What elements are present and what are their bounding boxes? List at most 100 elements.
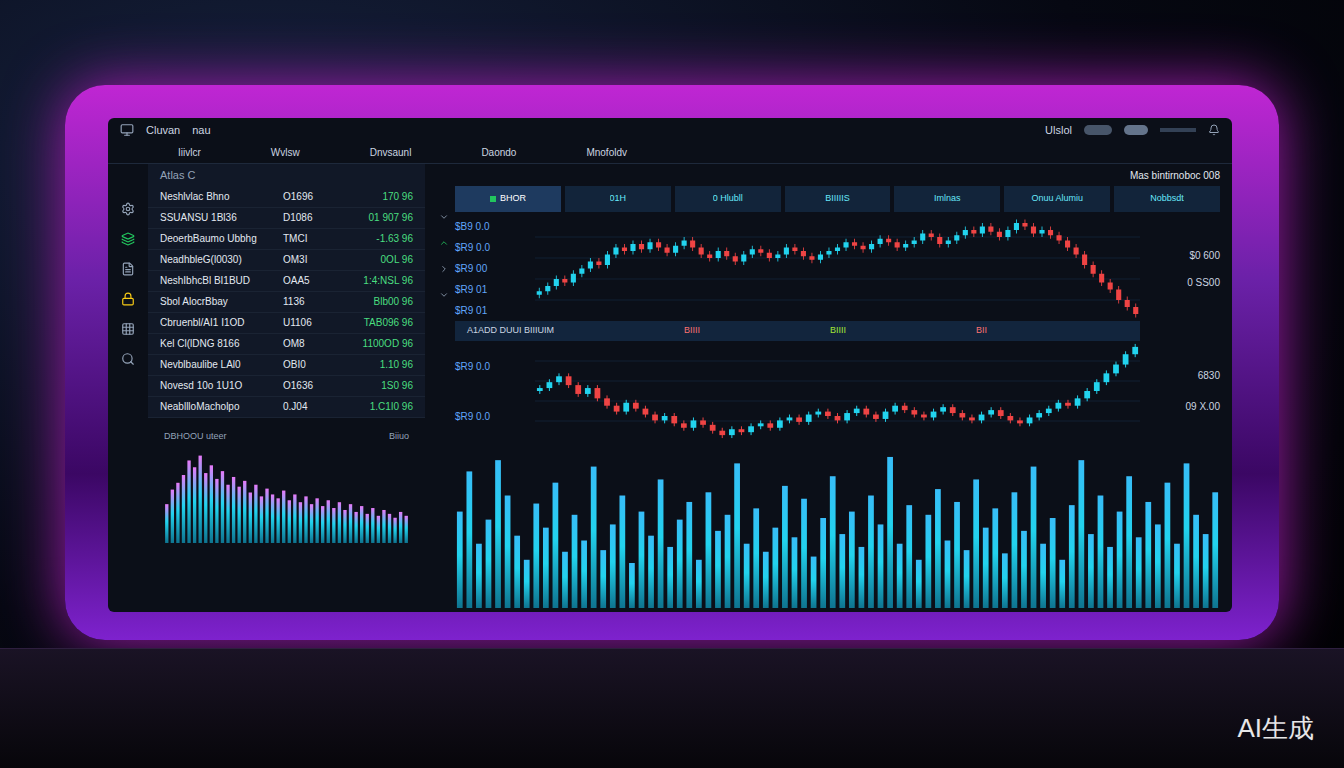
- layers-icon[interactable]: [121, 232, 135, 246]
- chart-tab[interactable]: BIIIIIS: [785, 186, 891, 212]
- toggle[interactable]: [1084, 125, 1112, 135]
- tab-label: Imlnas: [934, 192, 961, 206]
- watermark: AI生成: [1237, 709, 1314, 748]
- screen: Cluvan nau Ulslol Iiivlcr Wvlsw Dnvsaunl Daond…: [108, 118, 1232, 612]
- watchlist-row[interactable]: Cbruenbl/AI1 I1ODU1106TAB096 96: [148, 313, 425, 334]
- tab-strip: BHOR 01H 0 Hlubll BIIIIIS Imlnas Onuu Alumiu N…: [455, 186, 1220, 212]
- app-title: Cluvan: [146, 122, 180, 139]
- upper-candles: [535, 216, 1140, 321]
- watchlist-row[interactable]: NeadhbleG(l0030)OM3I0OL 96: [148, 250, 425, 271]
- chevron-down-icon[interactable]: [439, 290, 449, 300]
- row-name: NeadhbleG(l0030): [160, 252, 283, 267]
- search-icon[interactable]: [121, 352, 135, 366]
- row-code: OM3I: [283, 252, 333, 267]
- sidebar: [108, 164, 148, 612]
- axis-label: $R9 0.0: [455, 240, 535, 255]
- chart-header: Mas bintirnoboc 008: [455, 164, 1220, 186]
- row-change: 0OL 96: [333, 252, 413, 267]
- watchlist-row[interactable]: Novesd 10o 1U1OO16361S0 96: [148, 376, 425, 397]
- body: Atlas CNeshlvlac BhnoO1696170 96SSUANSU …: [108, 164, 1232, 612]
- chevron-up-icon[interactable]: [439, 238, 449, 248]
- logo-icon: [120, 123, 134, 137]
- lock-icon[interactable]: [121, 292, 135, 306]
- row-code: D1086: [283, 210, 333, 225]
- row-code: 0.J04: [283, 399, 333, 414]
- watchlist-row[interactable]: Sbol AlocrBbay1136Blb00 96: [148, 292, 425, 313]
- tool-column: [433, 164, 455, 612]
- chart-tab[interactable]: 0 Hlubll: [675, 186, 781, 212]
- info-band: A1ADD DUUI BIIIUIMBIIIIBIIIIBII: [455, 321, 1140, 341]
- lower-candles: [535, 341, 1140, 441]
- row-change: -1.63 96: [333, 231, 413, 246]
- nav-item[interactable]: Dnvsaunl: [370, 145, 412, 160]
- tab-label: BIIIIIS: [825, 192, 850, 206]
- watchlist-row[interactable]: DeoerbBaumo UbbhgTMCI-1.63 96: [148, 229, 425, 250]
- toggle[interactable]: [1124, 125, 1148, 135]
- axis-label: 6830: [1198, 368, 1220, 383]
- row-name: SSUANSU 1Bl36: [160, 210, 283, 225]
- axis-label: $R9 01: [455, 303, 535, 318]
- chart-tab[interactable]: Onuu Alumiu: [1004, 186, 1110, 212]
- row-code: OAA5: [283, 273, 333, 288]
- watchlist-row[interactable]: NeabllloMacholpo0.J041.C1I0 96: [148, 397, 425, 418]
- document-icon[interactable]: [121, 262, 135, 276]
- lower-chart: $R9 0.0$R9 0.0 6830 09 X.00: [455, 341, 1220, 441]
- app: Cluvan nau Ulslol Iiivlcr Wvlsw Dnvsaunl Daond…: [0, 0, 1344, 768]
- axis-label: $B9 0.0: [455, 219, 535, 234]
- watchlist-row[interactable]: Kel Cl(lDNG 8166OM81100OD 96: [148, 334, 425, 355]
- top-bar: Cluvan nau Ulslol: [108, 118, 1232, 142]
- row-change: TAB096 96: [333, 315, 413, 330]
- row-name: Sbol AlocrBbay: [160, 294, 283, 309]
- row-change: 1100OD 96: [333, 336, 413, 351]
- tab-label: 0 Hlubll: [713, 192, 743, 206]
- nav-item[interactable]: Mnofoldv: [586, 145, 627, 160]
- small-chart: [148, 443, 425, 543]
- watchlist-row[interactable]: SSUANSU 1Bl36D108601 907 96: [148, 208, 425, 229]
- nav-item[interactable]: Iiivlcr: [178, 145, 201, 160]
- upper-axis: $B9 0.0$R9 0.0$R9 00$R9 01$R9 01: [455, 216, 535, 321]
- volume-bars: [455, 449, 1220, 608]
- watchlist-row[interactable]: Neshlvlac BhnoO1696170 96: [148, 187, 425, 208]
- tab-label: Onuu Alumiu: [1031, 192, 1083, 206]
- axis-label: $R9 00: [455, 261, 535, 276]
- grid-icon[interactable]: [121, 322, 135, 336]
- row-code: O1636: [283, 378, 333, 393]
- app-subtitle: nau: [192, 122, 210, 139]
- row-change: 1.C1I0 96: [333, 399, 413, 414]
- active-dot: [490, 196, 496, 202]
- axis-label: $R9 0.0: [455, 409, 535, 424]
- gear-icon[interactable]: [121, 202, 135, 216]
- lower-axis: $R9 0.0$R9 0.0: [455, 341, 535, 441]
- keyboard-deck: [0, 648, 1344, 768]
- nav-item[interactable]: Daondo: [481, 145, 516, 160]
- tab-label: Nobbsdt: [1150, 192, 1184, 206]
- row-code: TMCI: [283, 231, 333, 246]
- chevron-right-icon[interactable]: [439, 264, 449, 274]
- watchlist-row[interactable]: NeshIbhcBl BI1BUDOAA51:4:NSL 96: [148, 271, 425, 292]
- chart-tab[interactable]: 01H: [565, 186, 671, 212]
- small-chart-header: DBHOOU uteerBiiuo: [148, 418, 425, 444]
- tab-label: 01H: [610, 192, 627, 206]
- band-label: BIIII: [684, 324, 700, 338]
- axis-label: 09 X.00: [1186, 399, 1220, 414]
- row-name: Neshlvlac Bhno: [160, 189, 283, 204]
- row-name: Novesd 10o 1U1O: [160, 378, 283, 393]
- bezel: Cluvan nau Ulslol Iiivlcr Wvlsw Dnvsaunl Daond…: [65, 85, 1279, 640]
- chevron-down-icon[interactable]: [439, 212, 449, 222]
- watchlist-title: Atlas C: [148, 164, 425, 187]
- row-change: 1.10 96: [333, 357, 413, 372]
- chart-tab[interactable]: Nobbsdt: [1114, 186, 1220, 212]
- row-code: U1106: [283, 315, 333, 330]
- bell-icon[interactable]: [1208, 124, 1220, 136]
- nav-item[interactable]: Wvlsw: [271, 145, 300, 160]
- menu-line[interactable]: [1160, 128, 1196, 132]
- row-code: OBI0: [283, 357, 333, 372]
- row-change: 170 96: [333, 189, 413, 204]
- user-name[interactable]: Ulslol: [1045, 122, 1072, 139]
- lower-right-axis: 6830 09 X.00: [1140, 341, 1220, 441]
- upper-chart: $B9 0.0$R9 0.0$R9 00$R9 01$R9 01$0 6000 …: [455, 216, 1220, 321]
- row-name: Nevblbaulibe LAl0: [160, 357, 283, 372]
- chart-tab[interactable]: Imlnas: [894, 186, 1000, 212]
- watchlist-row[interactable]: Nevblbaulibe LAl0OBI01.10 96: [148, 355, 425, 376]
- chart-tab[interactable]: BHOR: [455, 186, 561, 212]
